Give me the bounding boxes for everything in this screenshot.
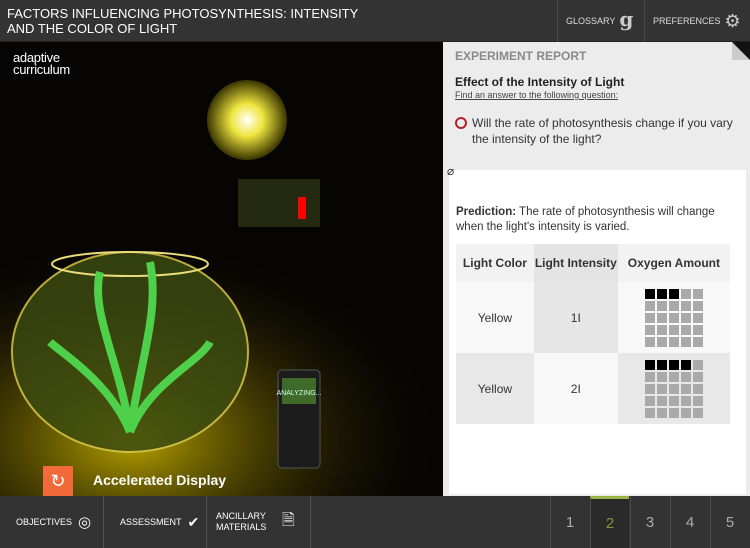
- oxygen-cell: [668, 325, 679, 335]
- oxygen-cell: [680, 301, 691, 311]
- oxygen-cell: [692, 384, 703, 394]
- oxygen-cell: [644, 360, 655, 370]
- header-oxygen-amount: Oxygen Amount: [617, 244, 730, 282]
- power-switch[interactable]: [298, 197, 306, 219]
- bottom-bar: OBJECTIVES ◎ ASSESSMENT ✔ ANCILLARY MATERI…: [0, 496, 750, 548]
- radio-ring-icon[interactable]: [455, 117, 467, 129]
- checkmark-icon: ✔: [187, 513, 200, 530]
- page-title: FACTORS INFLUENCING PHOTOSYNTHESIS: INTE…: [7, 6, 359, 36]
- glossary-button[interactable]: GLOSSARY g: [557, 0, 644, 42]
- intensity-control-panel[interactable]: [238, 179, 320, 227]
- objectives-button[interactable]: OBJECTIVES ◎: [0, 496, 104, 548]
- oxygen-cell: [692, 408, 703, 418]
- oxygen-cell: [668, 289, 679, 299]
- accelerated-display-label: Accelerated Display: [93, 472, 227, 488]
- oxygen-cell: [692, 360, 703, 370]
- oxygen-cell: [656, 396, 667, 406]
- oxygen-cell: [668, 313, 679, 323]
- oxygen-cell: [668, 372, 679, 382]
- replay-button[interactable]: ↻: [43, 466, 73, 496]
- table-row: Yellow 2I: [456, 353, 730, 424]
- page-2-button[interactable]: 2: [590, 496, 629, 548]
- replay-icon: ↻: [50, 470, 66, 491]
- oxygen-cell: [692, 301, 703, 311]
- glossary-label: GLOSSARY: [566, 16, 616, 26]
- oxygen-cell: [680, 313, 691, 323]
- oxygen-cell: [680, 337, 691, 347]
- oxygen-cell: [680, 396, 691, 406]
- results-table: Light Color Light Intensity Oxygen Amount …: [456, 244, 730, 424]
- oxygen-cell: [644, 396, 655, 406]
- oxygen-cell: [680, 384, 691, 394]
- oxygen-cell: [692, 325, 703, 335]
- oxygen-cell: [692, 372, 703, 382]
- prediction-text: Prediction: The rate of photosynthesis w…: [456, 206, 715, 233]
- header-light-intensity: Light Intensity: [533, 244, 618, 282]
- oxygen-cell: [656, 313, 667, 323]
- oxygen-cell: [644, 384, 655, 394]
- oxygen-cell: [668, 384, 679, 394]
- oxygen-cell: [656, 384, 667, 394]
- oxygen-cell: [644, 325, 655, 335]
- experiment-scene: ANALYZING...: [0, 42, 443, 496]
- oxygen-cell: [680, 408, 691, 418]
- page-4-button[interactable]: 4: [670, 496, 709, 548]
- oxygen-cell: [644, 408, 655, 418]
- analyzer-display: ANALYZING...: [277, 390, 322, 397]
- experiment-report-panel: EXPERIMENT REPORT Effect of the Intensit…: [443, 42, 750, 496]
- oxygen-cell: [656, 372, 667, 382]
- oxygen-cell: [692, 313, 703, 323]
- question-text: Will the rate of photosynthesis change i…: [472, 116, 733, 146]
- report-subtitle: Effect of the Intensity of Light: [455, 75, 625, 89]
- page-5-button[interactable]: 5: [710, 496, 749, 548]
- assessment-button[interactable]: ASSESSMENT ✔: [104, 496, 207, 548]
- prediction-card: ⌀ Prediction: The rate of photosynthesis…: [447, 164, 746, 494]
- page-1-button[interactable]: 1: [550, 496, 589, 548]
- preferences-button[interactable]: PREFERENCES ⚙: [644, 0, 750, 42]
- page-3-button[interactable]: 3: [630, 496, 669, 548]
- oxygen-cell: [668, 360, 679, 370]
- oxygen-cell: [680, 372, 691, 382]
- oxygen-cell: [656, 337, 667, 347]
- oxygen-cell: [656, 289, 667, 299]
- oxygen-grid: [644, 289, 703, 347]
- glossary-icon: g: [619, 7, 634, 31]
- oxygen-cell: [680, 325, 691, 335]
- preferences-label: PREFERENCES: [653, 16, 721, 26]
- header-light-color: Light Color: [456, 244, 534, 282]
- oxygen-cell: [644, 372, 655, 382]
- oxygen-cell: [644, 337, 655, 347]
- oxygen-cell: [656, 408, 667, 418]
- logo: adaptive curriculum: [13, 50, 70, 77]
- document-icon: 🗎: [282, 511, 295, 529]
- table-row: Yellow 1I: [456, 282, 730, 353]
- ancillary-materials-button[interactable]: ANCILLARY MATERIALS 🗎: [207, 496, 311, 548]
- oxygen-cell: [680, 360, 691, 370]
- page-curl: [732, 42, 750, 60]
- oxygen-cell: [692, 396, 703, 406]
- question-item[interactable]: Will the rate of photosynthesis change i…: [455, 115, 745, 147]
- gear-icon: ⚙: [724, 10, 741, 31]
- top-bar: FACTORS INFLUENCING PHOTOSYNTHESIS: INTE…: [0, 0, 750, 42]
- oxygen-cell: [692, 337, 703, 347]
- oxygen-cell: [656, 301, 667, 311]
- target-icon: ◎: [78, 514, 92, 531]
- paperclip-icon: ⌀: [447, 164, 455, 178]
- oxygen-grid: [644, 360, 703, 418]
- oxygen-cell: [656, 360, 667, 370]
- oxygen-cell: [668, 408, 679, 418]
- oxygen-cell: [644, 313, 655, 323]
- lamp[interactable]: [207, 80, 287, 160]
- scene-illustration: ANALYZING...: [0, 80, 443, 496]
- oxygen-cell: [644, 289, 655, 299]
- report-heading: EXPERIMENT REPORT: [455, 49, 587, 63]
- oxygen-cell: [656, 325, 667, 335]
- oxygen-cell: [692, 289, 703, 299]
- instruction-link[interactable]: Find an answer to the following question…: [455, 90, 618, 100]
- oxygen-cell: [680, 289, 691, 299]
- oxygen-cell: [668, 301, 679, 311]
- oxygen-cell: [644, 301, 655, 311]
- oxygen-cell: [668, 337, 679, 347]
- oxygen-cell: [668, 396, 679, 406]
